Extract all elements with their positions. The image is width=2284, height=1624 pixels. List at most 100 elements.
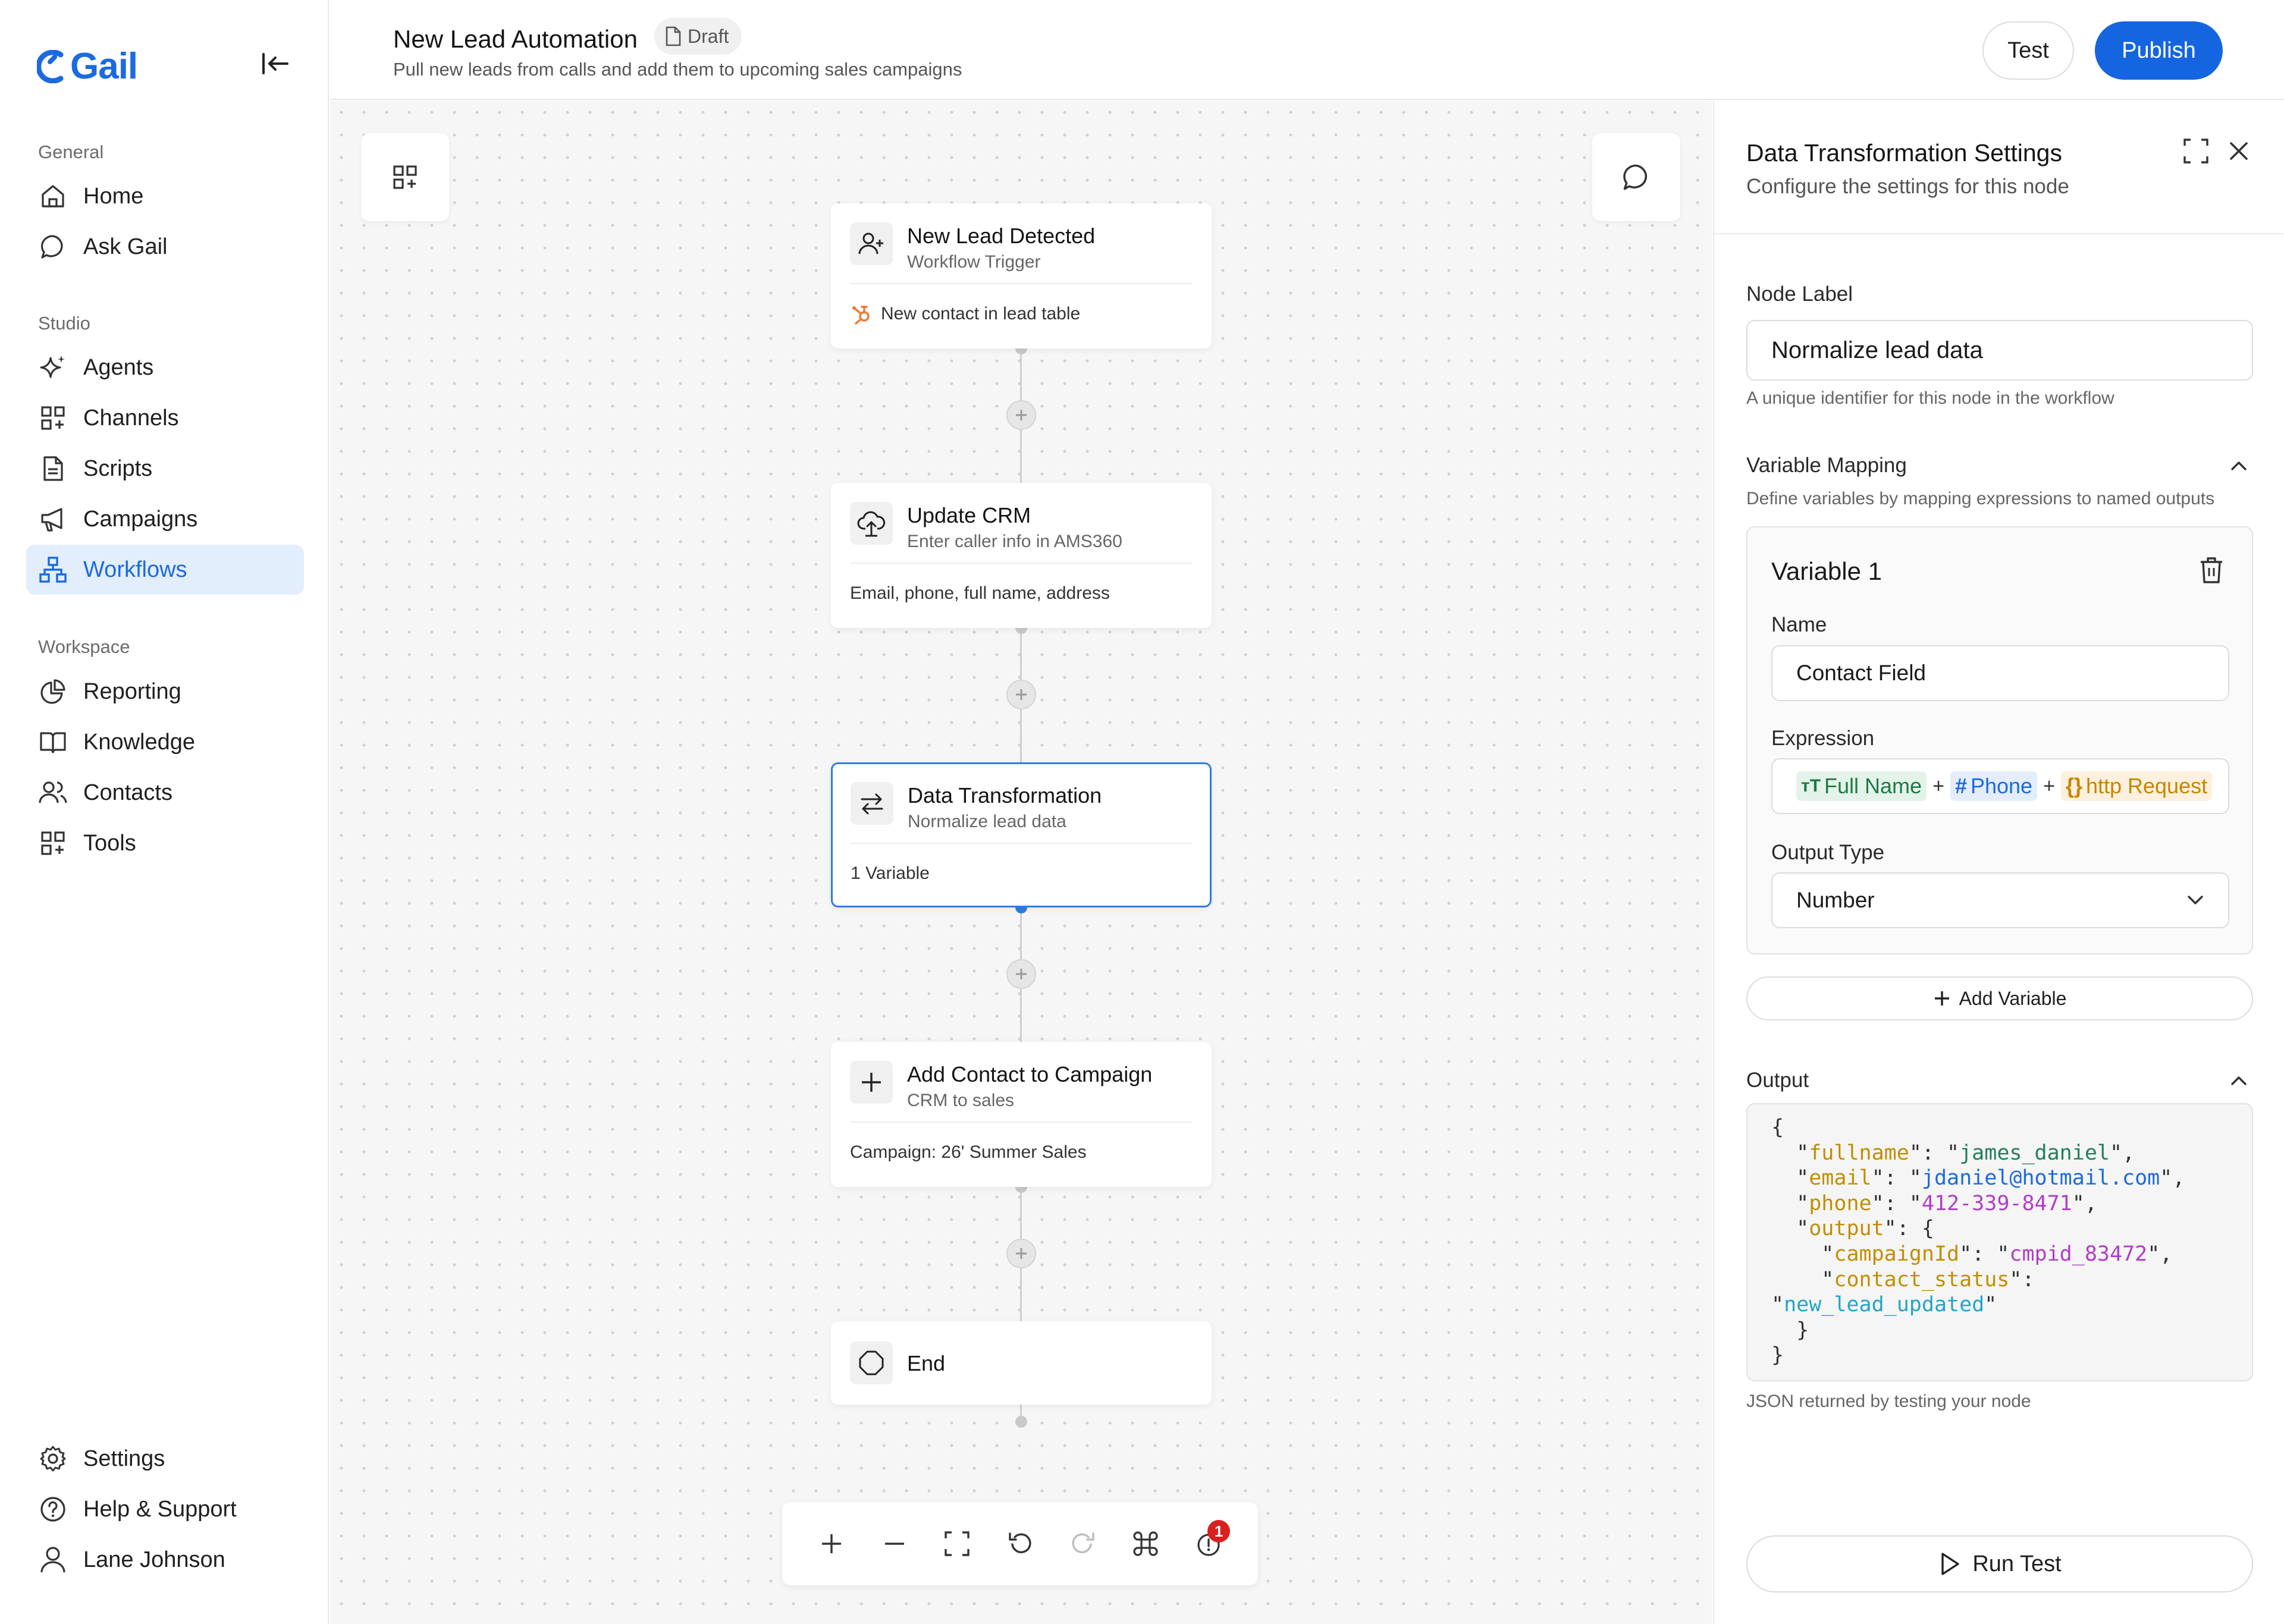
output-heading: Output [1746, 1069, 1809, 1092]
insert-node-button[interactable] [1006, 680, 1036, 709]
output-type-select[interactable]: Number [1771, 872, 2229, 928]
zoom-out-icon [884, 1543, 904, 1545]
collapse-sidebar-button[interactable] [258, 49, 293, 78]
workflow-node-add-contact[interactable]: Add Contact to Campaign CRM to sales Cam… [831, 1042, 1212, 1187]
collapse-output-button[interactable] [2226, 1067, 2252, 1094]
workflow-header: New Lead Automation Draft Pull new leads… [330, 0, 2284, 100]
sidebar-item-agents[interactable]: Agents [26, 343, 304, 392]
section-label-workspace: Workspace [38, 636, 130, 657]
sidebar-item-label: Home [83, 183, 144, 209]
sidebar-item-channels[interactable]: Channels [26, 393, 304, 443]
expand-panel-button[interactable] [2177, 132, 2215, 170]
sidebar-item-ask-gail[interactable]: Ask Gail [26, 222, 304, 272]
zoom-out-button[interactable] [872, 1521, 917, 1566]
expression-chip[interactable]: ᴛT Full Name [1796, 771, 1927, 801]
sidebar-item-workflows[interactable]: Workflows [26, 545, 304, 595]
close-icon [2230, 142, 2248, 160]
variable-mapping-heading: Variable Mapping [1746, 454, 1907, 477]
sidebar-item-label: Channels [83, 405, 179, 431]
publish-button[interactable]: Publish [2095, 21, 2223, 80]
hubspot-icon [850, 302, 874, 326]
grid-plus-icon [393, 165, 417, 189]
plus-icon [1016, 1248, 1027, 1259]
sidebar: Gail General Home Ask Gail Studio Agents… [0, 0, 329, 1624]
workflow-title[interactable]: New Lead Automation [393, 25, 638, 54]
sidebar-item-settings[interactable]: Settings [26, 1434, 304, 1484]
workflow-canvas[interactable]: New Lead Detected Workflow Trigger New c… [330, 101, 1712, 1624]
node-title: Data Transformation [908, 783, 1102, 808]
sidebar-item-label: Contacts [83, 780, 172, 805]
grid-plus-icon [38, 403, 68, 433]
node-label-help: A unique identifier for this node in the… [1746, 388, 2114, 408]
insert-node-button[interactable] [1006, 959, 1036, 989]
sidebar-item-reporting[interactable]: Reporting [26, 667, 304, 717]
zoom-in-button[interactable] [809, 1521, 854, 1566]
workflow-node-trigger[interactable]: New Lead Detected Workflow Trigger New c… [831, 203, 1212, 348]
test-button[interactable]: Test [1982, 21, 2074, 80]
variable-title: Variable 1 [1771, 557, 1883, 585]
sidebar-item-user-profile[interactable]: Lane Johnson [26, 1535, 304, 1585]
sidebar-item-campaigns[interactable]: Campaigns [26, 494, 304, 544]
code-line: } [1771, 1343, 1784, 1368]
node-settings-panel: Data Transformation Settings Configure t… [1713, 101, 2284, 1624]
code-line: "output": { [1796, 1217, 1934, 1241]
section-label-studio: Studio [38, 313, 90, 334]
redo-button[interactable] [1061, 1521, 1106, 1566]
node-subtitle: Normalize lead data [908, 812, 1066, 831]
chevron-up-icon [2231, 1076, 2247, 1085]
fit-view-button[interactable] [934, 1521, 980, 1566]
node-port[interactable] [1015, 1416, 1027, 1428]
issues-button[interactable]: 1 [1186, 1520, 1231, 1566]
expression-chip[interactable]: # Phone [1950, 771, 2038, 801]
node-footer: Email, phone, full name, address [850, 583, 1110, 603]
collapse-variable-mapping-button[interactable] [2226, 453, 2252, 479]
code-line: } [1796, 1318, 1809, 1342]
sidebar-item-label: Tools [83, 830, 136, 856]
redo-icon [1072, 1532, 1094, 1553]
sidebar-item-contacts[interactable]: Contacts [26, 768, 304, 818]
status-badge-label: Draft [688, 25, 729, 47]
node-subtitle: Enter caller info in AMS360 [907, 532, 1122, 551]
workflow-node-data-transformation[interactable]: Data Transformation Normalize lead data … [831, 762, 1212, 907]
command-menu-button[interactable] [1123, 1521, 1168, 1566]
plus-icon [850, 1061, 893, 1104]
sidebar-item-label: Agents [83, 354, 154, 380]
gear-icon [38, 1444, 68, 1474]
user-icon [38, 1545, 68, 1575]
workflow-node-end[interactable]: End [831, 1321, 1212, 1405]
expression-input[interactable]: ᴛT Full Name + # Phone + {} http Request [1771, 758, 2229, 814]
sidebar-item-home[interactable]: Home [26, 171, 304, 221]
zoom-in-icon [821, 1534, 841, 1553]
sidebar-item-knowledge[interactable]: Knowledge [26, 717, 304, 767]
insert-node-button[interactable] [1006, 1239, 1036, 1268]
panel-subtitle: Configure the settings for this node [1746, 175, 2069, 198]
expression-chip[interactable]: {} http Request [2060, 771, 2213, 801]
sidebar-item-scripts[interactable]: Scripts [26, 444, 304, 494]
variable-name-label: Name [1771, 613, 1827, 636]
delete-variable-button[interactable] [2195, 554, 2228, 587]
gail-logo[interactable]: Gail [37, 45, 138, 87]
variable-name-input[interactable]: Contact Field [1771, 645, 2229, 701]
chevron-down-icon [2188, 896, 2203, 904]
sidebar-item-tools[interactable]: Tools [26, 818, 304, 868]
add-node-button[interactable] [361, 133, 449, 221]
comments-button[interactable] [1592, 133, 1680, 221]
node-footer: Campaign: 26' Summer Sales [850, 1142, 1087, 1162]
sidebar-item-label: Ask Gail [83, 234, 168, 259]
code-line: "phone": "412-339-8471", [1796, 1191, 2097, 1215]
node-label-input[interactable]: Normalize lead data [1746, 320, 2253, 381]
octagon-icon [850, 1342, 893, 1384]
output-json-viewer[interactable]: { "fullname": "james_daniel", "email": "… [1746, 1103, 2253, 1381]
status-badge: Draft [654, 18, 742, 55]
help-circle-icon [38, 1494, 68, 1524]
sidebar-item-help-support[interactable]: Help & Support [26, 1484, 304, 1534]
output-type-label: Output Type [1771, 841, 1885, 864]
undo-button[interactable] [997, 1521, 1043, 1566]
insert-node-button[interactable] [1006, 400, 1036, 430]
workflow-node-update-crm[interactable]: Update CRM Enter caller info in AMS360 E… [831, 483, 1212, 628]
close-panel-button[interactable] [2220, 132, 2258, 170]
run-test-button[interactable]: Run Test [1746, 1535, 2253, 1592]
add-variable-button[interactable]: Add Variable [1746, 976, 2253, 1020]
users-icon [38, 778, 68, 808]
expression-operator: + [2043, 774, 2055, 797]
